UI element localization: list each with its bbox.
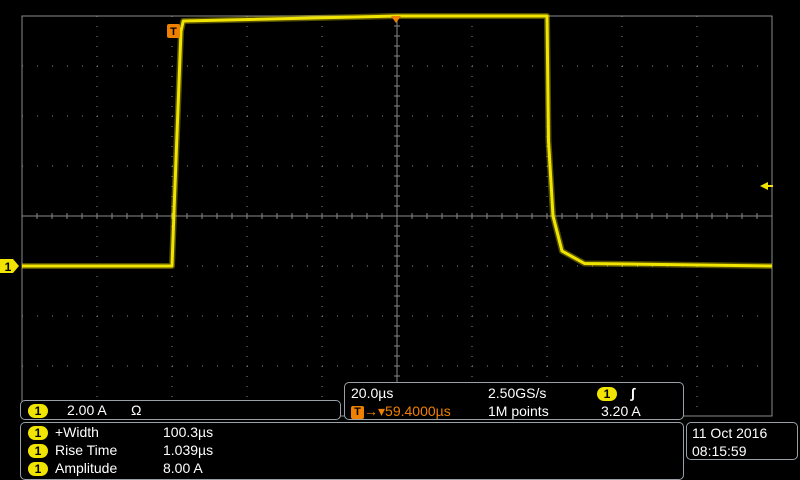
channel-1-marker-label: 1 xyxy=(5,260,12,274)
trigger-level: 3.20 A xyxy=(601,403,641,419)
measurement-label: +Width xyxy=(55,424,99,440)
measurement-label: Amplitude xyxy=(55,460,118,476)
trigger-level-arrow[interactable] xyxy=(760,182,768,190)
trigger-t-label: T xyxy=(170,26,177,38)
graticule xyxy=(21,15,773,417)
coupling-ohm-icon: Ω xyxy=(131,402,142,418)
measurement-channel-badge: 1 xyxy=(28,426,48,441)
time-per-division: 20.0µs xyxy=(351,385,394,401)
measurement-value: 1.039µs xyxy=(163,442,214,458)
trigger-source-badge: 1 xyxy=(597,387,617,402)
trigger-icon: T xyxy=(351,405,364,419)
record-length: 1M points xyxy=(488,403,549,419)
trigger-slope-icon: ∫ xyxy=(631,385,635,401)
channel-scale-panel[interactable]: 1 2.00 A Ω xyxy=(20,400,341,420)
sample-rate: 2.50GS/s xyxy=(488,385,547,401)
trigger-position-marker[interactable] xyxy=(391,16,401,23)
measurement-channel-badge: 1 xyxy=(28,444,48,459)
channel-scale-value: 2.00 A xyxy=(67,402,107,418)
date-display: 11 Oct 2016 xyxy=(692,425,768,441)
measurement-value: 100.3µs xyxy=(163,424,214,440)
trigger-position: 59.4000µs xyxy=(385,403,451,419)
trigger-arrow: →▾ xyxy=(364,403,386,419)
markers: T 1 xyxy=(0,16,773,274)
datetime-panel[interactable]: 11 Oct 2016 08:15:59 xyxy=(686,422,798,460)
measurement-value: 8.00 A xyxy=(163,460,203,476)
measurement-label: Rise Time xyxy=(55,442,118,458)
horizontal-trigger-panel[interactable]: 20.0µs 2.50GS/s 1 ∫ T →▾59.4000µs 1M poin… xyxy=(344,382,684,420)
time-display: 08:15:59 xyxy=(692,443,747,459)
channel-badge: 1 xyxy=(28,404,48,419)
measurements-panel[interactable]: 1 +Width 100.3µs 1 Rise Time 1.039µs 1 Amplitud… xyxy=(20,422,684,480)
measurement-channel-badge: 1 xyxy=(28,462,48,477)
